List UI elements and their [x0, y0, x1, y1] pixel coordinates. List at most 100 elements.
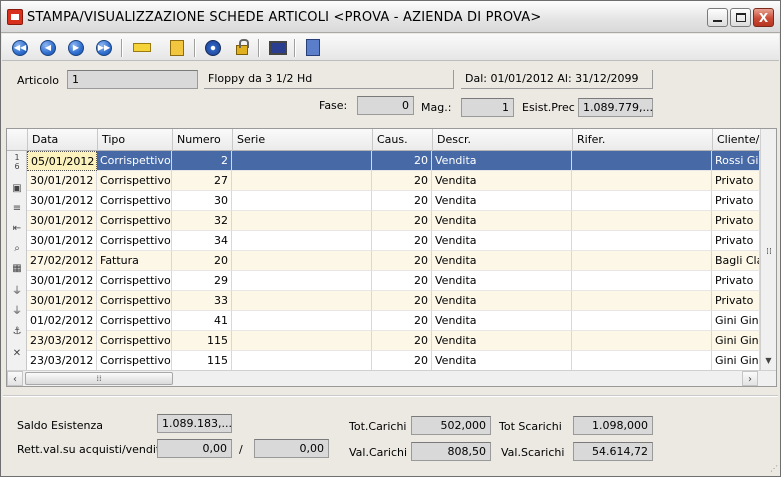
cell-caus[interactable]: 20	[372, 291, 432, 311]
cell-tipo[interactable]: Corrispettivo	[97, 211, 172, 231]
table-row[interactable]: 23/03/2012 Corrispettivo 115 20 Vendita Gini …	[27, 351, 776, 371]
cell-caus[interactable]: 20	[372, 331, 432, 351]
cell-caus[interactable]: 20	[372, 351, 432, 371]
cell-data[interactable]: 05/01/2012	[27, 151, 97, 171]
table-row[interactable]: 30/01/2012 Corrispettivo 27 20 Vendita Privat…	[27, 171, 776, 191]
book-button[interactable]	[166, 37, 188, 58]
cell-serie[interactable]	[232, 231, 372, 251]
lock-button[interactable]	[231, 37, 253, 58]
previous-record-button[interactable]: ◀	[37, 37, 59, 58]
cell-descr[interactable]: Vendita	[432, 291, 572, 311]
cell-rifer[interactable]	[572, 191, 712, 211]
ruler-button[interactable]	[131, 37, 153, 58]
cell-data[interactable]: 30/01/2012	[27, 271, 97, 291]
cell-rifer[interactable]	[572, 211, 712, 231]
cell-tipo[interactable]: Fattura	[97, 251, 172, 271]
exit-button[interactable]	[302, 37, 324, 58]
column-header-rifer[interactable]: Rifer.	[573, 129, 713, 151]
cell-serie[interactable]	[232, 331, 372, 351]
table-row[interactable]: 27/02/2012Fattura2020VenditaBagli Clau	[27, 251, 776, 271]
cell-cliente[interactable]: Privato	[712, 171, 760, 191]
cell-numero[interactable]: 115	[172, 331, 232, 351]
scroll-grip-icon[interactable]: ⁞⁞	[764, 247, 774, 257]
cell-rifer[interactable]	[572, 271, 712, 291]
cell-rifer[interactable]	[572, 151, 712, 171]
cell-data[interactable]: 01/02/2012	[27, 311, 97, 331]
cell-data[interactable]: 30/01/2012	[27, 291, 97, 311]
cell-data[interactable]: 27/02/2012	[27, 251, 97, 271]
rett-vendite-field[interactable]: 0,00	[254, 439, 329, 458]
cell-caus[interactable]: 20	[372, 231, 432, 251]
cell-serie[interactable]	[232, 171, 372, 191]
print-preview-button[interactable]	[267, 37, 289, 58]
table-row[interactable]: 05/01/2012 Corrispettivo 2 20 Vendita Rossi G…	[27, 151, 776, 171]
horizontal-scrollbar[interactable]: ‹ ⁞⁞ ›	[7, 370, 776, 386]
cell-numero[interactable]: 32	[172, 211, 232, 231]
cell-tipo[interactable]: Corrispettivo	[97, 231, 172, 251]
scroll-left-button[interactable]: ‹	[7, 371, 23, 386]
cell-caus[interactable]: 20	[372, 171, 432, 191]
cell-descr[interactable]: Vendita	[432, 231, 572, 251]
last-record-button[interactable]: ▶▶	[93, 37, 115, 58]
cell-data[interactable]: 30/01/2012	[27, 231, 97, 251]
cell-cliente[interactable]: Privato	[712, 231, 760, 251]
cell-caus[interactable]: 20	[372, 211, 432, 231]
cell-rifer[interactable]	[572, 231, 712, 251]
cell-descr[interactable]: Vendita	[432, 191, 572, 211]
rett-acquisti-field[interactable]: 0,00	[157, 439, 232, 458]
table-row[interactable]: 30/01/2012 Corrispettivo 30 20 Vendita Privat…	[27, 191, 776, 211]
table-row[interactable]: 01/02/2012 Corrispettivo 41 20 Vendita Gini G…	[27, 311, 776, 331]
cell-numero[interactable]: 41	[172, 311, 232, 331]
close-button[interactable]: X	[753, 8, 774, 27]
cell-cliente[interactable]: Privato	[712, 191, 760, 211]
cell-descr[interactable]: Vendita	[432, 251, 572, 271]
cell-serie[interactable]	[232, 271, 372, 291]
search-icon[interactable]: ⌕	[11, 243, 23, 255]
cell-serie[interactable]	[232, 151, 372, 171]
cell-cliente[interactable]: Rossi Gilb	[712, 151, 760, 171]
cell-descr[interactable]: Vendita	[432, 311, 572, 331]
cell-caus[interactable]: 20	[372, 311, 432, 331]
horizontal-scroll-thumb[interactable]: ⁞⁞	[25, 372, 173, 385]
anchor-icon[interactable]: ⚓	[11, 326, 23, 338]
list-icon[interactable]: ≡	[11, 203, 23, 215]
cell-numero[interactable]: 33	[172, 291, 232, 311]
cell-caus[interactable]: 20	[372, 271, 432, 291]
cell-data[interactable]: 23/03/2012	[27, 331, 97, 351]
cell-tipo[interactable]: Corrispettivo	[97, 291, 172, 311]
cell-tipo[interactable]: Corrispettivo	[97, 191, 172, 211]
column-header-tipo[interactable]: Tipo	[98, 129, 173, 151]
column-header-descr[interactable]: Descr.	[433, 129, 573, 151]
cell-tipo[interactable]: Corrispettivo	[97, 151, 172, 171]
cell-descr[interactable]: Vendita	[432, 271, 572, 291]
title-bar[interactable]: STAMPA/VISUALIZZAZIONE SCHEDE ARTICOLI <…	[1, 1, 780, 33]
mag-field[interactable]: 1	[461, 98, 514, 117]
cell-cliente[interactable]: Gini Gino	[712, 311, 760, 331]
vertical-scrollbar[interactable]: ⁞⁞ ▼	[760, 129, 776, 371]
remove-filter-icon[interactable]: ✕	[11, 348, 23, 360]
cell-cliente[interactable]: Gini Gino	[712, 351, 760, 371]
cell-caus[interactable]: 20	[372, 191, 432, 211]
maximize-button[interactable]	[730, 8, 751, 27]
fase-field[interactable]: 0	[357, 96, 414, 115]
cell-serie[interactable]	[232, 211, 372, 231]
filter-icon[interactable]: ⏚	[11, 286, 23, 298]
cell-serie[interactable]	[232, 351, 372, 371]
cell-caus[interactable]: 20	[372, 251, 432, 271]
table-row[interactable]: 30/01/2012 Corrispettivo 33 20 Vendita Privat…	[27, 291, 776, 311]
table-row[interactable]: 30/01/2012 Corrispettivo 29 20 Vendita Privat…	[27, 271, 776, 291]
dock-icon[interactable]: ▣	[11, 183, 23, 195]
compass-button[interactable]	[202, 37, 224, 58]
cell-data[interactable]: 30/01/2012	[27, 171, 97, 191]
cell-tipo[interactable]: Corrispettivo	[97, 351, 172, 371]
cell-numero[interactable]: 115	[172, 351, 232, 371]
resize-grip-icon[interactable]: ⋰	[768, 464, 778, 474]
first-record-button[interactable]: ◀◀	[9, 37, 31, 58]
cell-cliente[interactable]: Bagli Clau	[712, 251, 760, 271]
cell-numero[interactable]: 34	[172, 231, 232, 251]
cell-rifer[interactable]	[572, 331, 712, 351]
cell-tipo[interactable]: Corrispettivo	[97, 311, 172, 331]
cell-tipo[interactable]: Corrispettivo	[97, 271, 172, 291]
cell-rifer[interactable]	[572, 291, 712, 311]
cell-descr[interactable]: Vendita	[432, 171, 572, 191]
